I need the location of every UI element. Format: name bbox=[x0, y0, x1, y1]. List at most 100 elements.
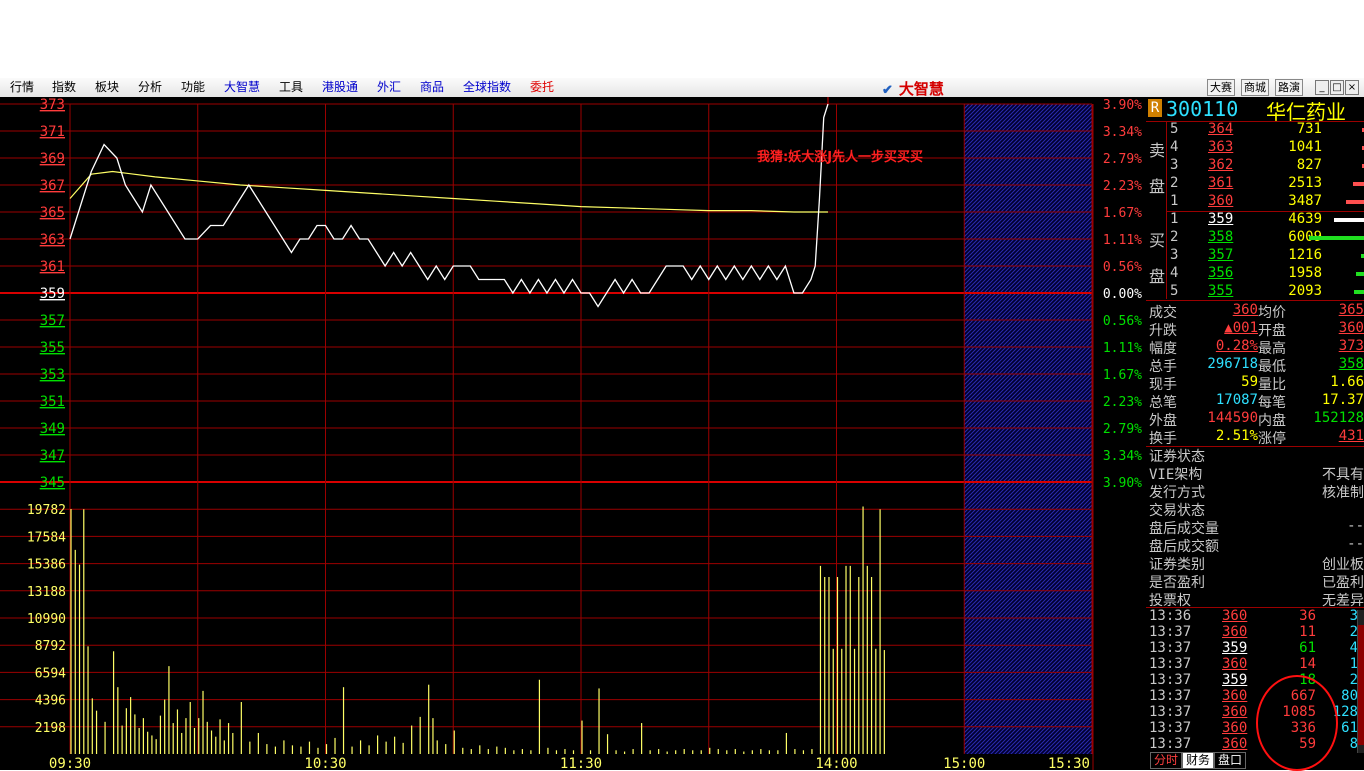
stock-code: 300110 bbox=[1166, 97, 1239, 121]
brand-text: 大智慧 bbox=[898, 80, 944, 98]
volume-tick-label: 19782 bbox=[27, 503, 66, 518]
stat-value: 296718 bbox=[1207, 356, 1258, 372]
menu-item[interactable]: 板块 bbox=[95, 80, 119, 94]
time-tick-label: 09:30 bbox=[49, 756, 91, 770]
tick-scrollbar-thumb[interactable] bbox=[1358, 625, 1364, 745]
tick-volume: 11 bbox=[1299, 624, 1316, 640]
mall-button[interactable]: 商城 bbox=[1241, 79, 1269, 96]
bid-price: 355 bbox=[1208, 283, 1234, 299]
stat-label: 内盘 bbox=[1258, 413, 1286, 429]
menu-item[interactable]: 外汇 bbox=[377, 80, 401, 94]
stat-label: 换手 bbox=[1149, 431, 1177, 447]
stat-label: 升跌 bbox=[1149, 323, 1177, 339]
contest-button[interactable]: 大赛 bbox=[1207, 79, 1235, 96]
menu-item[interactable]: 功能 bbox=[181, 80, 205, 94]
ask-price: 364 bbox=[1208, 121, 1234, 137]
percent-tick-label: 3.34% bbox=[1103, 449, 1142, 464]
menu-item[interactable]: 商品 bbox=[420, 80, 444, 94]
percent-tick-label: 3.34% bbox=[1103, 125, 1142, 140]
info-label: 盘后成交量 bbox=[1149, 521, 1219, 537]
header-divider bbox=[1146, 121, 1364, 122]
book-mid-divider bbox=[1166, 211, 1364, 212]
menu-item[interactable]: 行情 bbox=[10, 80, 34, 94]
price-tick-label: 353 bbox=[40, 367, 65, 383]
stat-value: ▲001 bbox=[1224, 320, 1258, 336]
ask-label: 盘 bbox=[1149, 177, 1166, 196]
stat-label: 最高 bbox=[1258, 341, 1286, 357]
volume-tick-label: 2198 bbox=[35, 721, 66, 736]
menu-item[interactable]: 港股通 bbox=[322, 80, 358, 94]
time-tick-label: 10:30 bbox=[304, 756, 346, 770]
intraday-chart[interactable]: 373 371 369 367 365 363 361 359 357 355 353 351 349 3… bbox=[0, 97, 1146, 770]
price-tick-label: 367 bbox=[40, 178, 65, 194]
percent-tick-label: 3.90% bbox=[1103, 98, 1142, 113]
bid-depth-bar bbox=[1354, 290, 1364, 294]
price-tick-label: 345 bbox=[40, 475, 65, 491]
menu-item[interactable]: 委托 bbox=[530, 80, 554, 94]
stat-label: 现手 bbox=[1149, 377, 1177, 393]
price-line bbox=[69, 103, 829, 308]
ask-price: 363 bbox=[1208, 139, 1234, 155]
tick-count: 80 bbox=[1341, 688, 1358, 704]
stat-value: 2.51% bbox=[1215, 428, 1258, 444]
ask-level: 1 bbox=[1170, 193, 1179, 209]
volume-tick-label: 17584 bbox=[27, 530, 66, 545]
closed-session-area bbox=[964, 104, 1092, 754]
stat-value: 17087 bbox=[1215, 392, 1258, 408]
percent-tick-label: 2.23% bbox=[1103, 179, 1142, 194]
percent-tick-label: 2.79% bbox=[1103, 152, 1142, 167]
tab-finance[interactable]: 财务 bbox=[1182, 752, 1215, 769]
price-tick-label: 363 bbox=[40, 232, 65, 248]
ask-price: 362 bbox=[1208, 157, 1234, 173]
highlight-circle bbox=[1256, 675, 1338, 771]
volume-tick-label: 8792 bbox=[35, 639, 66, 654]
close-icon[interactable]: × bbox=[1345, 80, 1359, 95]
ask-level: 4 bbox=[1170, 139, 1179, 155]
menu-item[interactable]: 分析 bbox=[138, 80, 162, 94]
ask-level: 3 bbox=[1170, 157, 1179, 173]
tick-time: 13:37 bbox=[1149, 688, 1192, 704]
bid-price: 356 bbox=[1208, 265, 1234, 281]
ask-level: 5 bbox=[1170, 121, 1179, 137]
tick-volume: 14 bbox=[1299, 656, 1316, 672]
stat-value: 1.66 bbox=[1330, 374, 1364, 390]
price-tick-label: 365 bbox=[40, 205, 65, 221]
bid-level: 2 bbox=[1170, 229, 1179, 245]
tick-price: 360 bbox=[1222, 704, 1248, 720]
stat-value: 144590 bbox=[1207, 410, 1258, 426]
menu-item[interactable]: 全球指数 bbox=[463, 80, 511, 94]
ask-level: 2 bbox=[1170, 175, 1179, 191]
tab-timeshare[interactable]: 分时 bbox=[1150, 752, 1183, 769]
stat-value: 431 bbox=[1338, 428, 1364, 444]
price-tick-label: 359 bbox=[40, 286, 65, 302]
info-value: 不具有 bbox=[1322, 467, 1364, 483]
tick-time: 13:37 bbox=[1149, 656, 1192, 672]
stat-value: 59 bbox=[1241, 374, 1258, 390]
ask-volume: 3487 bbox=[1288, 193, 1322, 209]
price-tick-label: 349 bbox=[40, 421, 65, 437]
tab-quote[interactable]: 盘口 bbox=[1214, 752, 1247, 769]
volume-tick-label: 4396 bbox=[35, 694, 66, 709]
book-divider bbox=[1166, 121, 1167, 299]
volume-tick-label: 15386 bbox=[27, 558, 66, 573]
restore-icon[interactable]: □ bbox=[1330, 80, 1344, 95]
roadshow-button[interactable]: 路演 bbox=[1275, 79, 1303, 96]
menu-item[interactable]: 指数 bbox=[52, 80, 76, 94]
bid-volume: 2093 bbox=[1288, 283, 1322, 299]
menu-item[interactable]: 大智慧 bbox=[224, 80, 260, 94]
time-tick-label: 15:30 bbox=[1048, 756, 1090, 770]
stat-value: 360 bbox=[1232, 302, 1258, 318]
bid-price: 359 bbox=[1208, 211, 1234, 227]
price-tick-label: 373 bbox=[40, 97, 65, 113]
info-label: 盘后成交额 bbox=[1149, 539, 1219, 555]
info-label: 证券状态 bbox=[1149, 449, 1205, 465]
minimize-icon[interactable]: _ bbox=[1315, 80, 1329, 95]
menu-item[interactable]: 工具 bbox=[279, 80, 303, 94]
chart-annotation: 我猜:妖大涨J先人一步买买买 bbox=[757, 149, 923, 165]
bid-volume: 1216 bbox=[1288, 247, 1322, 263]
bid-level: 3 bbox=[1170, 247, 1179, 263]
tick-price: 360 bbox=[1222, 624, 1248, 640]
tick-time: 13:37 bbox=[1149, 720, 1192, 736]
info-label: 是否盈利 bbox=[1149, 575, 1205, 591]
stat-label: 幅度 bbox=[1149, 341, 1177, 357]
